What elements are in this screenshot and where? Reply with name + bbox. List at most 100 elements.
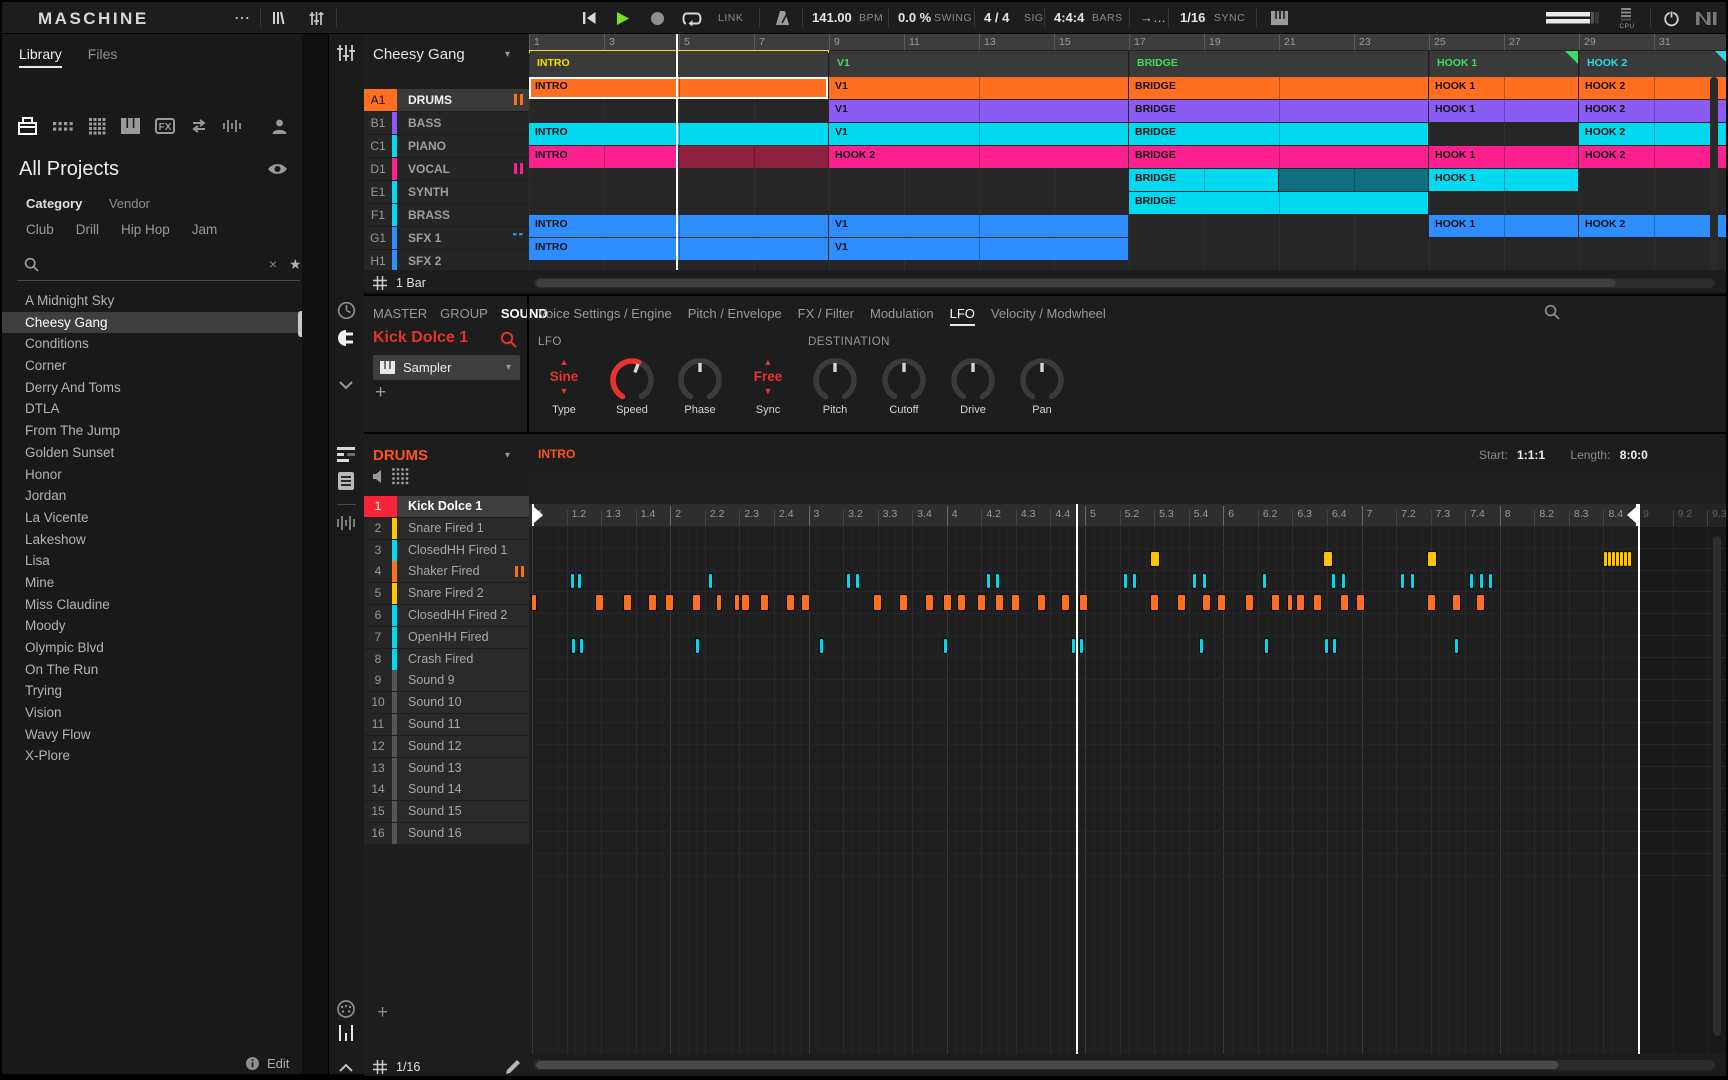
project-list-item[interactable]: X-Plore [2, 745, 302, 767]
projects-icon[interactable] [16, 116, 38, 136]
track-number-cell[interactable]: D1 [364, 158, 392, 180]
pattern-hscrollbar[interactable] [534, 1060, 1715, 1070]
record-icon[interactable] [646, 6, 668, 30]
mute-pause-icon[interactable] [514, 163, 523, 174]
sound-name-cell[interactable]: Crash Fired [397, 649, 529, 670]
expand-chevron-icon[interactable] [333, 1057, 359, 1079]
note-event[interactable] [571, 574, 574, 588]
tab-files[interactable]: Files [88, 46, 118, 68]
note-event[interactable] [1193, 574, 1196, 588]
track-name[interactable]: PIANO [397, 135, 529, 157]
sound-name-cell[interactable]: ClosedHH Fired 1 [397, 540, 529, 561]
sounds-icon[interactable] [86, 116, 108, 136]
knob-speed[interactable] [608, 356, 656, 404]
add-sound-button[interactable]: + [377, 1002, 388, 1024]
sound-number-cell[interactable]: 2 [364, 518, 392, 539]
note-event[interactable] [1124, 574, 1127, 588]
note-event[interactable] [1072, 639, 1075, 653]
timing-clock-icon[interactable] [333, 299, 359, 321]
note-event[interactable] [1218, 595, 1225, 610]
stepper-down-icon[interactable]: ▼ [744, 387, 792, 396]
note-event[interactable] [1265, 639, 1268, 653]
note-event[interactable] [1012, 595, 1019, 610]
follow-icon[interactable]: →… [1140, 10, 1166, 25]
note-event[interactable] [1480, 574, 1483, 588]
note-event[interactable] [1263, 574, 1266, 588]
sound-number-cell[interactable]: 15 [364, 801, 392, 822]
note-event[interactable] [1455, 639, 1458, 653]
sound-name-cell[interactable]: Snare Fired 2 [397, 583, 529, 604]
stepper-up-icon[interactable]: ▲ [744, 358, 792, 367]
arranger-vscrollbar[interactable] [1710, 77, 1718, 270]
fx-icon[interactable]: FX [154, 116, 176, 136]
sound-number-cell[interactable]: 8 [364, 649, 392, 670]
note-event[interactable] [1203, 595, 1210, 610]
note-event[interactable] [1428, 552, 1436, 566]
track-number-cell[interactable]: G1 [364, 227, 392, 249]
project-list-item[interactable]: DTLA [2, 398, 302, 420]
sound-name-cell[interactable]: OpenHH Fired [397, 627, 529, 648]
loop-end-marker[interactable] [1626, 504, 1638, 526]
note-event[interactable] [1401, 574, 1404, 588]
scene-cell[interactable]: HOOK 1 [1430, 51, 1578, 77]
sound-number-cell[interactable]: 16 [364, 823, 392, 844]
note-event[interactable] [958, 595, 965, 610]
knob-phase[interactable] [676, 356, 724, 404]
project-list-item[interactable]: Conditions [2, 333, 302, 355]
sound-number-cell[interactable]: 13 [364, 758, 392, 779]
note-event[interactable] [1470, 574, 1473, 588]
play-icon[interactable] [611, 6, 633, 30]
note-event[interactable] [787, 595, 794, 610]
note-event[interactable] [820, 639, 823, 653]
note-event[interactable] [1333, 639, 1336, 653]
mixer-toggle-icon[interactable] [304, 6, 328, 30]
note-event[interactable] [693, 595, 700, 610]
project-list-item[interactable]: Golden Sunset [2, 442, 302, 464]
subtab-category[interactable]: Category [26, 196, 82, 211]
scene-cell[interactable]: V1 [830, 51, 1128, 77]
plugin-search-icon[interactable] [1544, 304, 1561, 321]
note-event[interactable] [856, 574, 859, 588]
sync-value[interactable]: 1/16 [1180, 10, 1205, 25]
project-list-item[interactable]: Derry And Toms [2, 377, 302, 399]
artist-icon[interactable] [268, 116, 290, 136]
loop-start-marker[interactable] [532, 504, 544, 526]
note-event[interactable] [1324, 552, 1332, 566]
note-event[interactable] [742, 595, 749, 610]
note-event[interactable] [1133, 574, 1136, 588]
arrange-view-icon[interactable] [333, 42, 359, 64]
note-event[interactable] [532, 595, 536, 610]
note-event[interactable] [1608, 552, 1611, 566]
note-event[interactable] [1342, 574, 1345, 588]
sound-name-cell[interactable]: Sound 15 [397, 801, 529, 822]
note-grid[interactable]: 11.21.31.422.22.32.433.23.33.444.24.34.4… [529, 474, 1726, 1054]
signature-value[interactable]: 4 / 4 [984, 10, 1009, 25]
project-list-item[interactable]: Vision [2, 702, 302, 724]
knob-pan[interactable] [1018, 356, 1066, 404]
sound-name-cell[interactable]: Kick Dolce 1 [397, 496, 529, 517]
note-event[interactable] [874, 595, 881, 610]
note-event[interactable] [1062, 595, 1069, 610]
pattern-start-value[interactable]: 1:1:1 [1517, 448, 1545, 462]
more-options-icon[interactable]: ⋯ [230, 6, 254, 30]
note-event[interactable] [944, 595, 951, 610]
midi-connector-icon[interactable] [333, 998, 359, 1020]
clip[interactable]: HOOK 2 [1579, 146, 1726, 168]
note-event[interactable] [696, 639, 699, 653]
track-number-cell[interactable]: A1 [364, 89, 392, 111]
knob-drive[interactable] [949, 356, 997, 404]
pattern-ruler[interactable]: 11.21.31.422.22.32.433.23.33.444.24.34.4… [529, 504, 1726, 526]
filter-tag[interactable]: Jam [192, 222, 218, 237]
link-button[interactable]: LINK [718, 12, 743, 24]
project-list-item[interactable]: Mine [2, 572, 302, 594]
note-event[interactable] [1453, 595, 1460, 610]
sound-name-cell[interactable]: Snare Fired 1 [397, 518, 529, 539]
sound-number-cell[interactable]: 10 [364, 692, 392, 713]
groups-icon[interactable] [52, 116, 74, 136]
note-event[interactable] [987, 574, 990, 588]
note-event[interactable] [596, 595, 603, 610]
step-grid-setting[interactable]: 1/16 [373, 1060, 420, 1074]
stepper-sync[interactable]: ▲Free▼ [744, 358, 792, 402]
sound-number-cell[interactable]: 3 [364, 540, 392, 561]
project-list-item[interactable]: Corner [2, 355, 302, 377]
